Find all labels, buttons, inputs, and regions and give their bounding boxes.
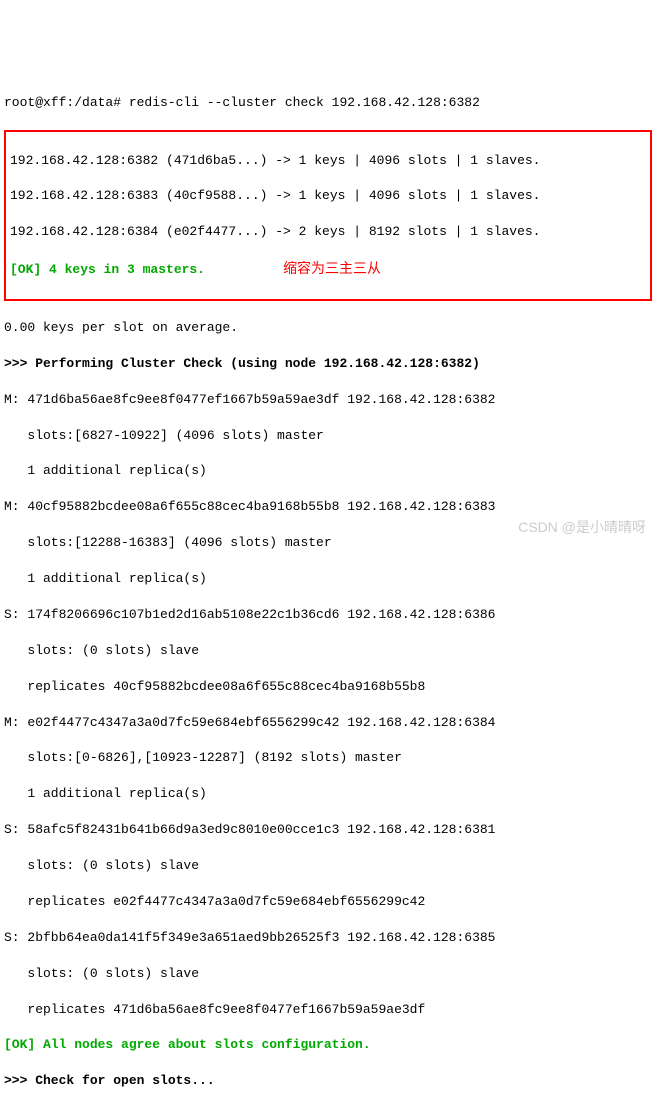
node-line: slots: (0 slots) slave [4, 642, 652, 660]
node-line: replicates 40cf95882bcdee08a6f655c88cec4… [4, 678, 652, 696]
avg-line: 0.00 keys per slot on average. [4, 319, 652, 337]
node-line: M: 40cf95882bcdee08a6f655c88cec4ba9168b5… [4, 498, 652, 516]
node-line: 1 additional replica(s) [4, 462, 652, 480]
highlighted-summary-box: 192.168.42.128:6382 (471d6ba5...) -> 1 k… [4, 130, 652, 301]
summary-ok-line: [OK] 4 keys in 3 masters. 缩容为三主三从 [10, 259, 646, 279]
node-line: replicates 471d6ba56ae8fc9ee8f0477ef1667… [4, 1001, 652, 1019]
node-line: slots:[6827-10922] (4096 slots) master [4, 427, 652, 445]
summary-line: 192.168.42.128:6384 (e02f4477...) -> 2 k… [10, 223, 646, 241]
command-line: root@xff:/data# redis-cli --cluster chec… [4, 94, 652, 112]
node-line: slots:[0-6826],[10923-12287] (8192 slots… [4, 749, 652, 767]
summary-line: 192.168.42.128:6382 (471d6ba5...) -> 1 k… [10, 152, 646, 170]
ok-status: [OK] All nodes agree about slots configu… [4, 1036, 652, 1054]
node-line: M: 471d6ba56ae8fc9ee8f0477ef1667b59a59ae… [4, 391, 652, 409]
node-line: 1 additional replica(s) [4, 785, 652, 803]
summary-line: 192.168.42.128:6383 (40cf9588...) -> 1 k… [10, 187, 646, 205]
terminal-output: root@xff:/data# redis-cli --cluster chec… [4, 76, 652, 1096]
node-line: S: 2bfbb64ea0da141f5f349e3a651aed9bb2652… [4, 929, 652, 947]
check-open-slots: >>> Check for open slots... [4, 1072, 652, 1090]
node-line: slots:[12288-16383] (4096 slots) master [4, 534, 652, 552]
ok-status: [OK] 4 keys in 3 masters. [10, 262, 205, 277]
node-line: 1 additional replica(s) [4, 570, 652, 588]
annotation-text: 缩容为三主三从 [283, 260, 381, 276]
node-line: replicates e02f4477c4347a3a0d7fc59e684eb… [4, 893, 652, 911]
node-line: slots: (0 slots) slave [4, 857, 652, 875]
node-line: slots: (0 slots) slave [4, 965, 652, 983]
node-line: S: 58afc5f82431b641b66d9a3ed9c8010e00cce… [4, 821, 652, 839]
node-line: S: 174f8206696c107b1ed2d16ab5108e22c1b36… [4, 606, 652, 624]
cluster-check-header: >>> Performing Cluster Check (using node… [4, 355, 652, 373]
node-line: M: e02f4477c4347a3a0d7fc59e684ebf6556299… [4, 714, 652, 732]
